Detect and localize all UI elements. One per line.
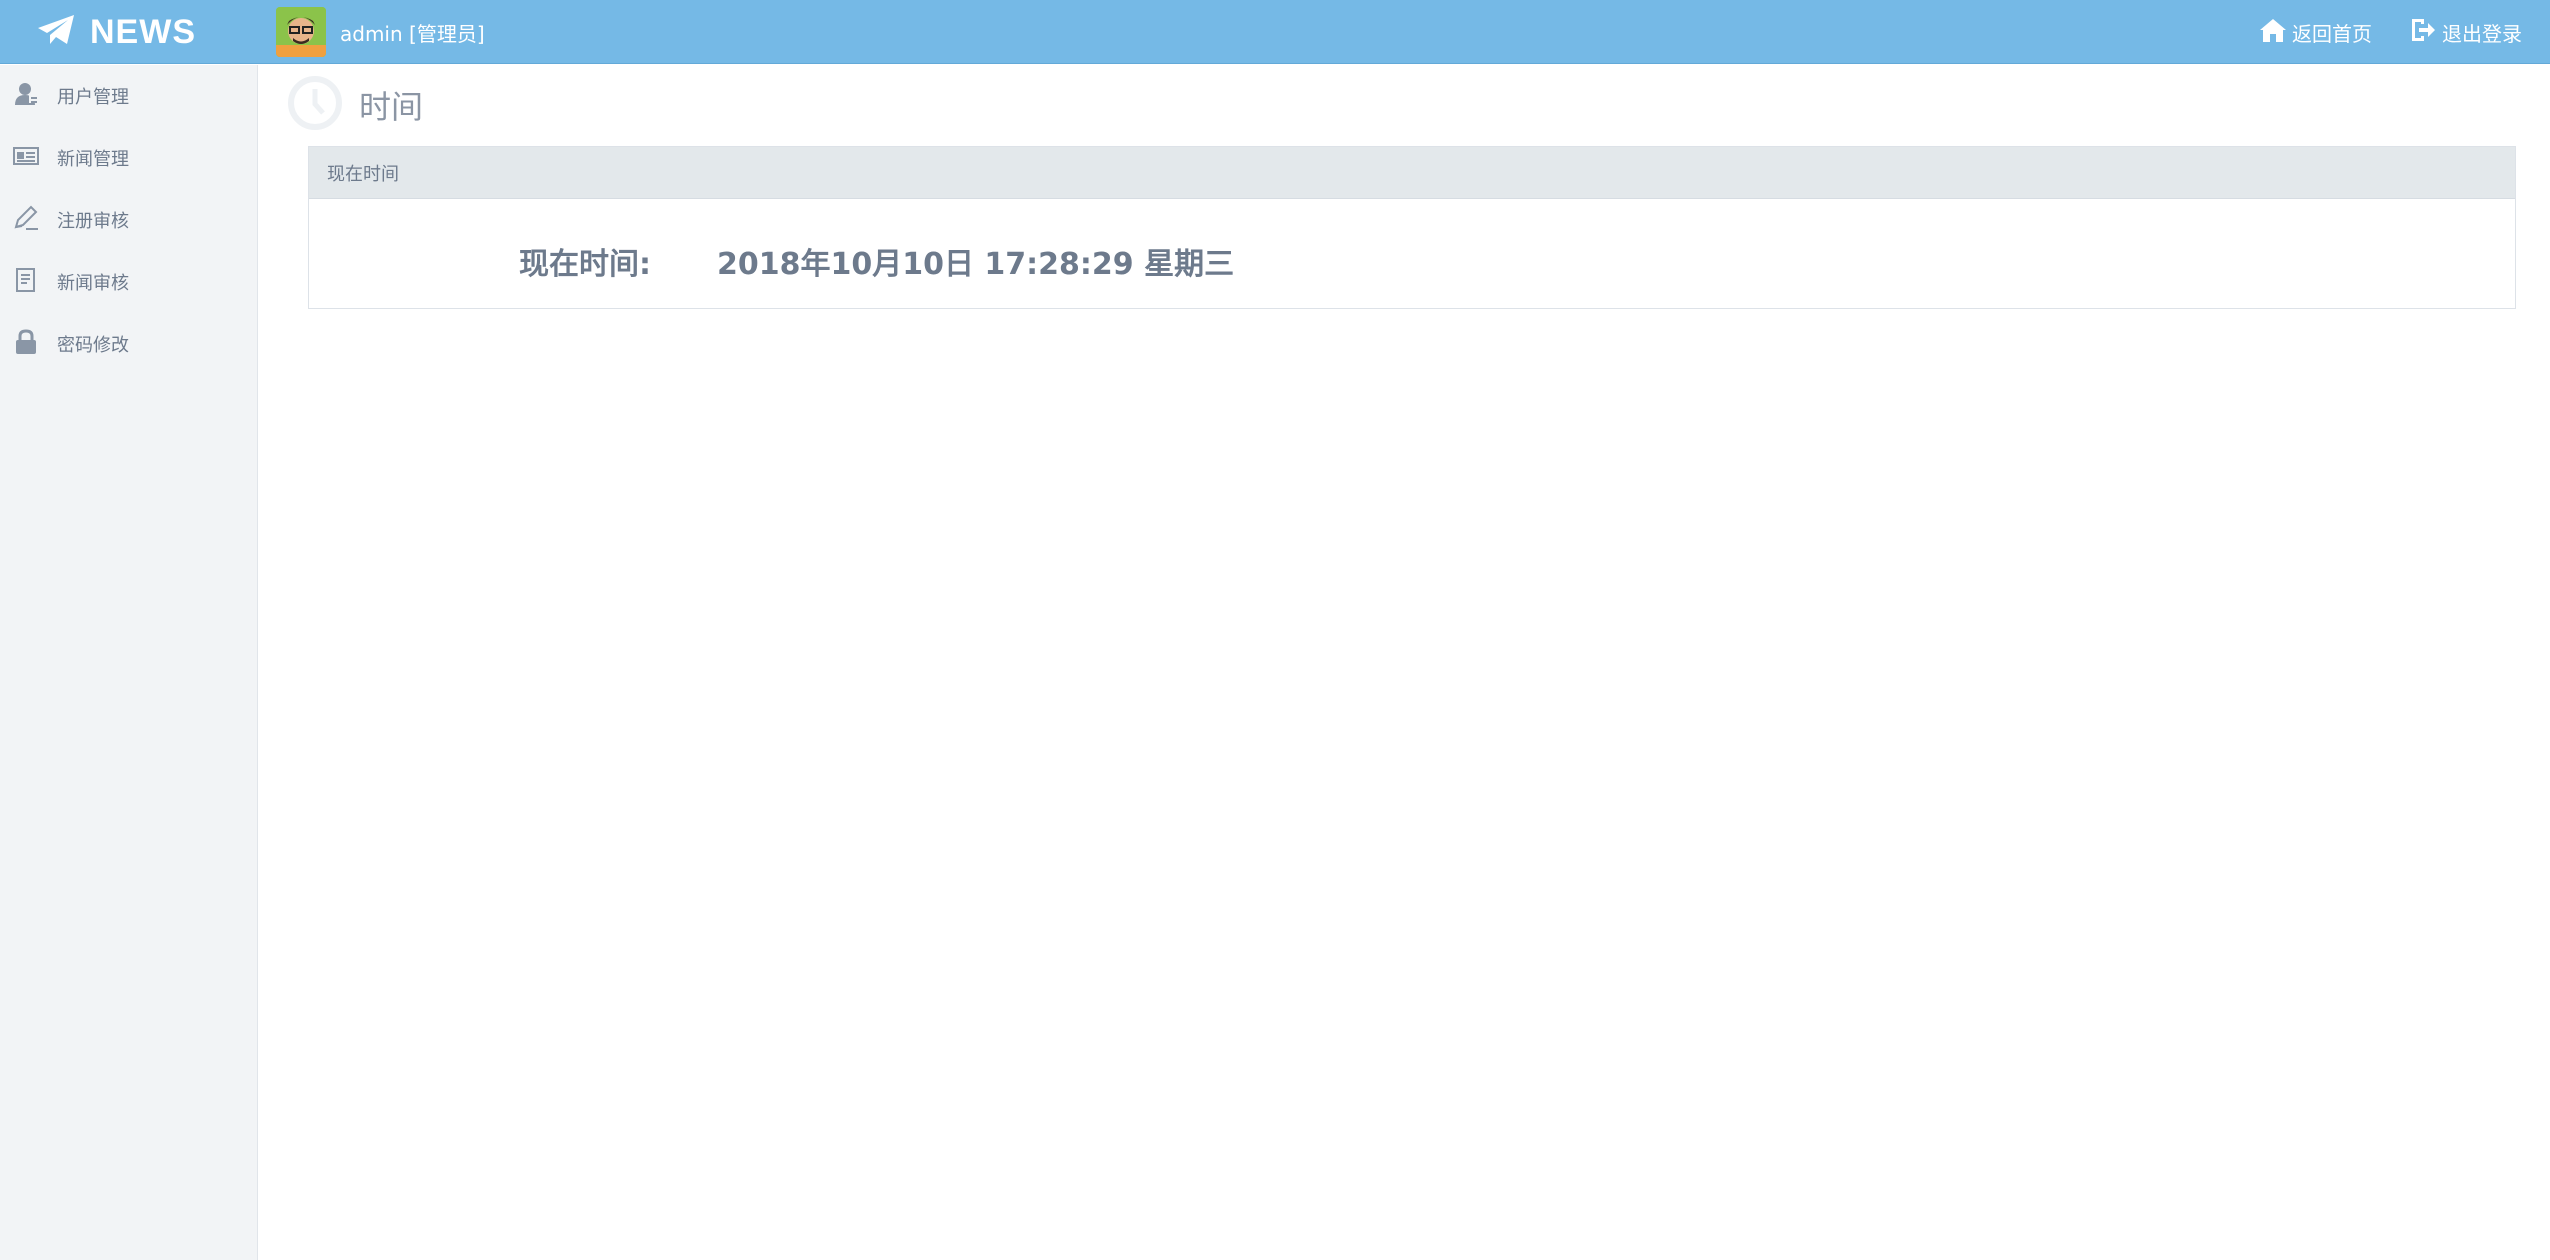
user-icon — [12, 81, 40, 111]
newspaper-icon — [12, 143, 40, 173]
home-icon — [2258, 16, 2292, 49]
time-label: 现在时间: — [519, 247, 651, 282]
avatar — [276, 7, 326, 57]
main-content: 时间 现在时间 现在时间: 2018年10月10日 17:28:29 星期三 — [259, 65, 2550, 1260]
sidebar-item-user-management[interactable]: 用户管理 — [0, 65, 257, 127]
sidebar-item-registration-review[interactable]: 注册审核 — [0, 189, 257, 251]
time-panel: 现在时间 现在时间: 2018年10月10日 17:28:29 星期三 — [308, 146, 2516, 309]
sidebar-item-label: 密码修改 — [57, 335, 129, 356]
logout-icon — [2408, 16, 2442, 49]
logout-link-label: 退出登录 — [2442, 21, 2522, 46]
sidebar-item-news-review[interactable]: 新闻审核 — [0, 251, 257, 313]
sidebar-item-label: 新闻审核 — [57, 273, 129, 294]
sidebar-item-label: 用户管理 — [57, 87, 129, 108]
user-info[interactable]: admin [管理员] — [276, 6, 485, 58]
page-title: 时间 — [359, 89, 424, 125]
brand[interactable]: NEWS — [36, 0, 196, 64]
logout-link[interactable]: 退出登录 — [2408, 16, 2522, 49]
sidebar-item-label: 注册审核 — [57, 211, 129, 232]
sidebar: 用户管理 新闻管理 注册审核 新闻审核 密码修改 — [0, 65, 258, 1260]
sidebar-item-news-management[interactable]: 新闻管理 — [0, 127, 257, 189]
lock-icon — [12, 329, 40, 359]
panel-body: 现在时间: 2018年10月10日 17:28:29 星期三 — [309, 199, 2515, 308]
clock-icon — [287, 75, 343, 135]
top-actions: 返回首页 退出登录 — [2222, 0, 2522, 64]
time-value: 2018年10月10日 17:28:29 星期三 — [717, 247, 1235, 282]
home-link-label: 返回首页 — [2292, 21, 2372, 46]
document-icon — [12, 267, 40, 297]
pencil-icon — [12, 205, 40, 235]
user-name: admin [管理员] — [340, 21, 485, 46]
page-header: 时间 — [287, 75, 423, 135]
brand-name: NEWS — [90, 12, 196, 51]
sidebar-item-label: 新闻管理 — [57, 149, 129, 170]
sidebar-item-password-change[interactable]: 密码修改 — [0, 313, 257, 375]
panel-header: 现在时间 — [309, 147, 2515, 199]
top-bar: NEWS admin [管理员] 返回首页 退出登录 — [0, 0, 2550, 64]
home-link[interactable]: 返回首页 — [2258, 16, 2372, 49]
paper-plane-icon — [36, 13, 76, 51]
